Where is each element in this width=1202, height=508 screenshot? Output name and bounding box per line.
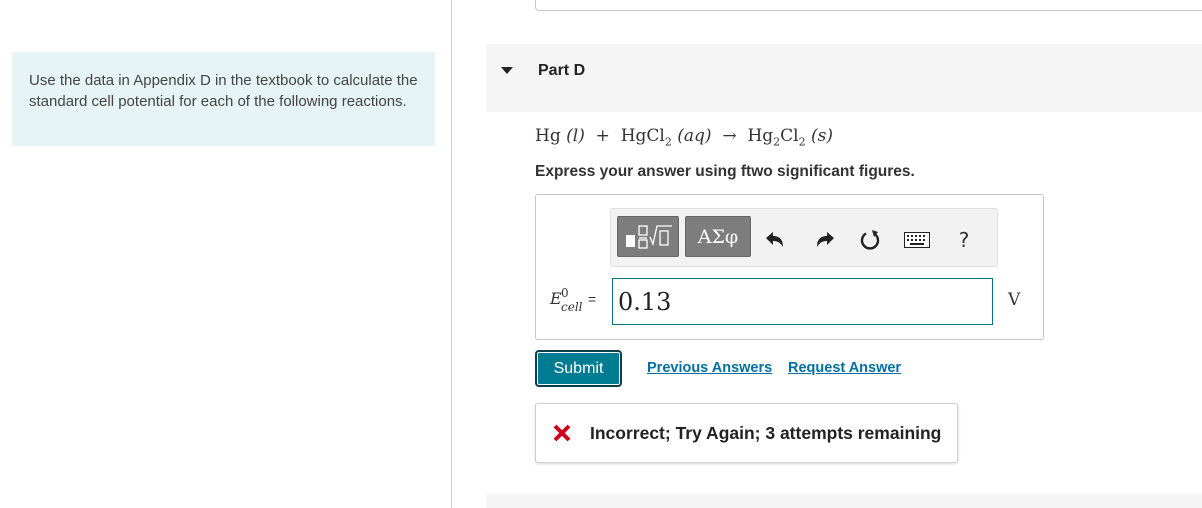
keyboard-icon: [904, 232, 930, 248]
previous-answers-link[interactable]: Previous Answers: [647, 360, 772, 376]
request-answer-link[interactable]: Request Answer: [788, 360, 901, 376]
product-cl: Cl: [780, 126, 799, 146]
incorrect-x-icon: [553, 424, 571, 442]
reactant-hg-state: (l): [566, 126, 585, 146]
help-button[interactable]: ?: [952, 228, 976, 252]
part-title[interactable]: Part D: [538, 62, 585, 80]
product-hg: Hg: [747, 126, 774, 146]
part-header[interactable]: [486, 44, 1202, 112]
product-cl-subscript: 2: [798, 135, 806, 149]
answer-label-equals: =: [588, 291, 597, 307]
reaction-arrow: →: [722, 126, 737, 146]
instructions-panel: Use the data in Appendix D in the textbo…: [12, 52, 435, 146]
answer-label-subscript: cell: [561, 300, 583, 314]
answer-label-main: E: [550, 289, 562, 308]
reset-icon: [860, 230, 880, 250]
column-divider: [451, 0, 452, 508]
answer-input[interactable]: [612, 278, 993, 325]
collapse-caret-icon[interactable]: [501, 67, 513, 74]
undo-button[interactable]: [763, 229, 787, 251]
plus-sign: +: [595, 126, 610, 146]
help-icon: ?: [958, 228, 970, 252]
undo-icon: [766, 232, 783, 247]
previous-part-card: [535, 0, 1202, 11]
reactant-hgcl2-state: (aq): [677, 126, 712, 146]
templates-button[interactable]: [617, 216, 679, 257]
feedback-message: Incorrect; Try Again; 3 attempts remaini…: [590, 423, 942, 443]
submit-button[interactable]: Submit: [535, 350, 622, 387]
product-state: (s): [811, 126, 834, 146]
answer-unit: V: [1008, 290, 1021, 310]
reactant-hgcl2-subscript: 2: [664, 135, 672, 149]
reaction-equation: Hg (l) + HgCl2 (aq) → Hg2Cl2 (s): [535, 126, 833, 148]
reactant-hg: Hg: [535, 126, 561, 146]
redo-button[interactable]: [813, 229, 837, 251]
answer-label: E 0 cell =: [550, 286, 596, 314]
reset-button[interactable]: [858, 229, 882, 251]
answer-label-superscript: 0: [561, 286, 569, 300]
templates-icon: [626, 224, 672, 249]
keyboard-button[interactable]: [904, 229, 930, 251]
answer-instruction: Express your answer using ftwo significa…: [535, 163, 915, 180]
next-part-header: [486, 494, 1202, 508]
greek-symbols-button[interactable]: ΑΣφ: [685, 216, 751, 257]
instructions-text: Use the data in Appendix D in the textbo…: [29, 72, 418, 110]
reactant-hgcl2: HgCl: [620, 126, 665, 146]
redo-icon: [817, 232, 834, 247]
